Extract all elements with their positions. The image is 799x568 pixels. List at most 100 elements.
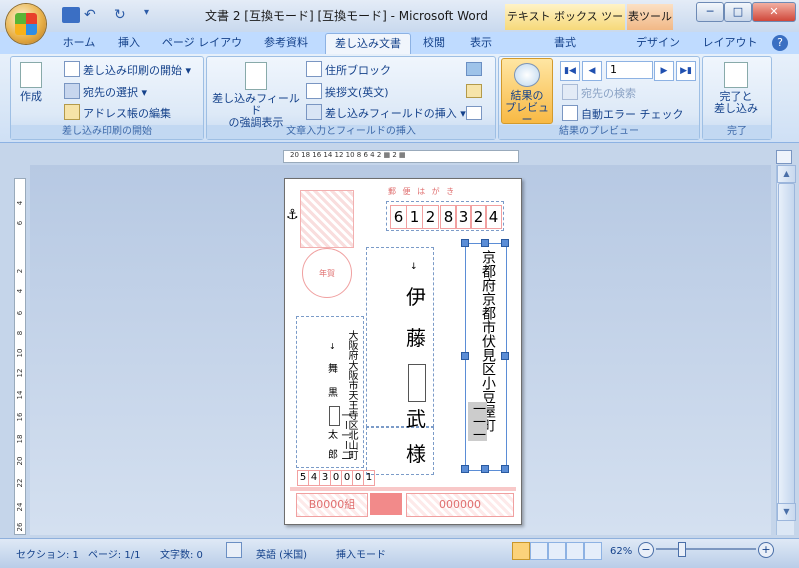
zip-digit: 2 xyxy=(422,205,439,229)
update-labels-icon[interactable] xyxy=(466,106,482,120)
anchor-icon: ⚓ xyxy=(286,207,299,223)
tab-home[interactable]: ホーム xyxy=(58,33,100,53)
record-number-input[interactable]: 1 xyxy=(606,61,653,79)
find-recipient-icon xyxy=(562,84,578,100)
recipient-given-name: 武 xyxy=(406,407,426,431)
help-icon[interactable]: ? xyxy=(772,35,788,51)
edit-list-button[interactable]: アドレス帳の編集 xyxy=(64,104,171,120)
status-page[interactable]: ページ: 1/1 xyxy=(88,546,140,561)
view-ruler-icon[interactable] xyxy=(776,150,792,164)
office-button[interactable] xyxy=(6,4,46,44)
insert-field-icon xyxy=(306,104,322,120)
vruler-tick: 14 xyxy=(16,390,24,400)
sender-name-2: 黒 xyxy=(328,388,338,399)
vruler-tick: 26 xyxy=(16,522,24,532)
select-recipients-button[interactable]: 宛先の選択 ▾ xyxy=(64,83,147,99)
tab-view[interactable]: 表示 xyxy=(462,33,500,53)
resize-handle[interactable] xyxy=(501,465,509,473)
finish-merge-button[interactable]: 完了と 差し込み xyxy=(704,62,768,115)
tab-design[interactable]: デザイン xyxy=(634,33,682,53)
tab-insert[interactable]: 挿入 xyxy=(110,33,148,53)
last-record-button[interactable]: ▶▮ xyxy=(676,61,696,81)
highlight-label-2: の強調表示 xyxy=(228,116,284,129)
lottery-right-text: 000000 xyxy=(439,498,481,511)
stamp-image xyxy=(300,190,354,248)
window-title: 文書 2 [互換モード] [互換モード] - Microsoft Word xyxy=(205,9,489,23)
tab-layout[interactable]: レイアウト xyxy=(702,33,758,53)
document-icon xyxy=(64,61,80,77)
zip-digit: 6 xyxy=(390,205,407,229)
print-layout-view-icon[interactable] xyxy=(512,542,530,560)
status-section[interactable]: セクション: 1 xyxy=(16,546,79,561)
status-language[interactable]: 英語 (米国) xyxy=(256,546,307,561)
resize-handle[interactable] xyxy=(501,239,509,247)
status-word-count[interactable]: 文字数: 0 xyxy=(160,546,203,561)
group-label: 完了 xyxy=(703,125,771,139)
vruler-tick: 4 xyxy=(16,200,24,206)
outline-view-icon[interactable] xyxy=(566,542,584,560)
magnifier-abc-icon xyxy=(514,63,540,87)
scroll-up-icon[interactable]: ▲ xyxy=(777,165,796,183)
web-layout-view-icon[interactable] xyxy=(548,542,566,560)
match-fields-icon[interactable] xyxy=(466,84,482,98)
scroll-thumb[interactable] xyxy=(778,183,795,505)
resize-handle[interactable] xyxy=(461,352,469,360)
tab-references[interactable]: 参考資料 xyxy=(254,33,318,53)
insert-merge-field-button[interactable]: 差し込みフィールドの挿入 ▾ xyxy=(306,104,466,120)
group-label: 差し込み印刷の開始 xyxy=(11,125,203,139)
vertical-ruler[interactable]: 4 6 2 4 6 8 10 12 14 16 18 20 22 24 26 xyxy=(14,178,26,535)
start-merge-button[interactable]: 差し込み印刷の開始 ▾ xyxy=(64,61,191,77)
status-insert-mode[interactable]: 挿入モード xyxy=(336,546,386,561)
tab-page-layout[interactable]: ページ レイアウト xyxy=(158,33,246,69)
zoom-level[interactable]: 62% xyxy=(610,546,632,557)
greeting-line-button[interactable]: 挨拶文(英文) xyxy=(306,83,389,99)
resize-handle[interactable] xyxy=(481,239,489,247)
resize-handle[interactable] xyxy=(461,239,469,247)
vertical-scrollbar[interactable]: ▲ ▼ xyxy=(776,165,796,535)
redo-icon[interactable]: ↻ xyxy=(114,7,132,23)
address-block-button[interactable]: 住所ブロック xyxy=(306,61,391,77)
vruler-tick: 22 xyxy=(16,478,24,488)
minimize-button[interactable]: ─ xyxy=(696,2,724,22)
rules-icon[interactable] xyxy=(466,62,482,76)
zip-digit: 1 xyxy=(406,205,423,229)
address-block-label: 住所ブロック xyxy=(325,64,391,77)
tab-format[interactable]: 書式 xyxy=(540,33,590,53)
tab-mailings[interactable]: 差し込み文書 xyxy=(325,33,411,54)
highlight-fields-button[interactable]: 差し込みフィールド の強調表示 xyxy=(210,62,302,129)
save-icon[interactable] xyxy=(62,7,80,23)
find-recipient-button[interactable]: 宛先の検索 xyxy=(562,84,636,100)
vruler-tick: 20 xyxy=(16,456,24,466)
zoom-out-icon[interactable]: − xyxy=(638,542,654,558)
resize-handle[interactable] xyxy=(481,465,489,473)
draft-view-icon[interactable] xyxy=(584,542,602,560)
tab-review[interactable]: 校閲 xyxy=(415,33,453,53)
first-record-button[interactable]: ▮◀ xyxy=(560,61,580,81)
full-screen-view-icon[interactable] xyxy=(530,542,548,560)
previous-record-button[interactable]: ◀ xyxy=(582,61,602,81)
lottery-group-number: B0000組 xyxy=(296,493,368,517)
next-record-button[interactable]: ▶ xyxy=(654,61,674,81)
zoom-slider-track[interactable] xyxy=(656,548,756,550)
resize-handle[interactable] xyxy=(461,465,469,473)
vruler-tick: 8 xyxy=(16,330,24,336)
zoom-slider-thumb[interactable] xyxy=(678,542,686,557)
create-button[interactable]: 作成 xyxy=(14,62,48,103)
preview-label-2: プレビュー xyxy=(505,101,549,126)
customize-qat-icon[interactable]: ▾ xyxy=(144,7,162,23)
lottery-left-text: B0000組 xyxy=(308,498,356,511)
close-button[interactable]: ✕ xyxy=(752,2,796,22)
resize-handle[interactable] xyxy=(501,352,509,360)
preview-results-button[interactable]: 結果の プレビュー xyxy=(501,58,553,126)
postmark-caption: 年賀 xyxy=(319,269,335,278)
paragraph-arrow-icon: ↓ xyxy=(410,262,418,272)
scroll-down-icon[interactable]: ▼ xyxy=(777,503,796,521)
sender-name-4: 郎 xyxy=(328,450,338,461)
insert-field-label: 差し込みフィールドの挿入 xyxy=(325,107,457,120)
undo-icon[interactable]: ↶ xyxy=(84,7,102,23)
auto-check-errors-button[interactable]: 自動エラー チェック xyxy=(562,105,684,121)
zoom-in-icon[interactable]: + xyxy=(758,542,774,558)
proofing-icon[interactable] xyxy=(226,542,242,558)
horizontal-ruler[interactable]: 20 18 16 14 12 10 8 6 4 2 ▦ 2 ▦ xyxy=(283,150,519,163)
maximize-button[interactable]: □ xyxy=(724,2,752,22)
